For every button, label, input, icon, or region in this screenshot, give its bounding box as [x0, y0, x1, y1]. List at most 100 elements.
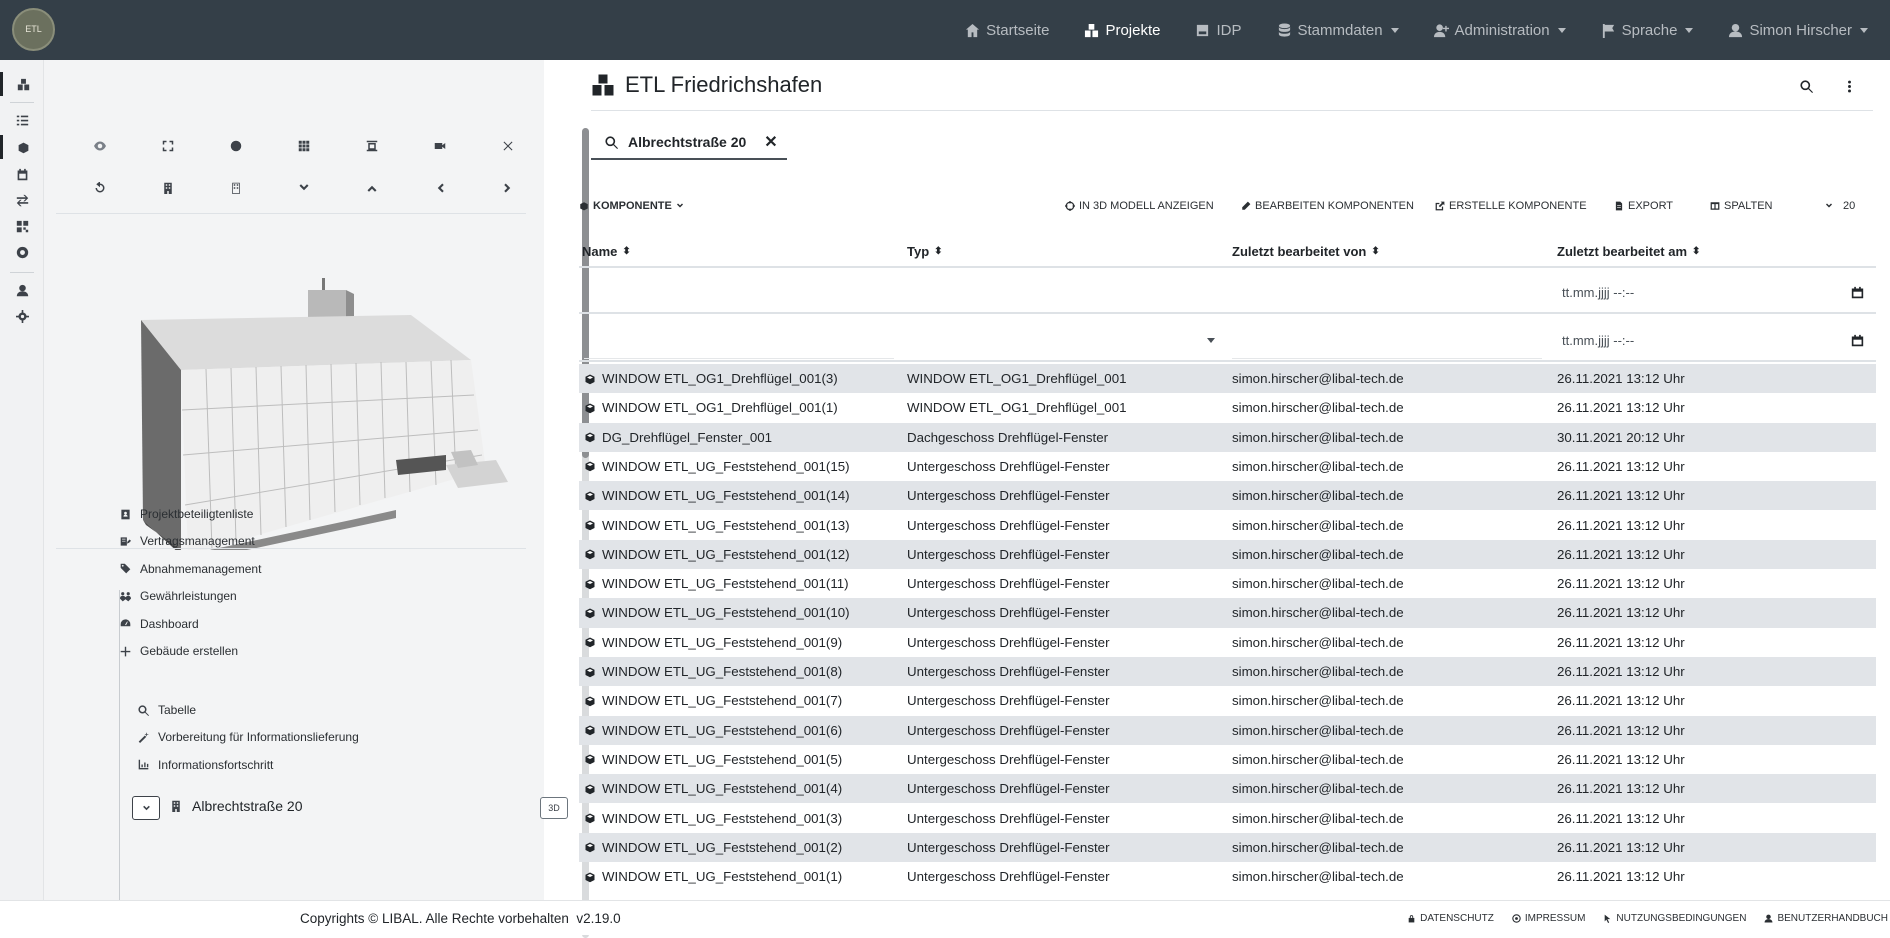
component-icon — [585, 696, 595, 707]
table-row[interactable]: WINDOW ETL_OG1_Drehflügel_001(3) WINDOW E… — [579, 364, 1876, 394]
footer-link-impressum[interactable]: Impressum — [1512, 913, 1585, 924]
hdd-icon — [1197, 24, 1209, 36]
rail-qrcode-icon[interactable] — [0, 214, 44, 238]
camera-icon[interactable] — [406, 126, 474, 166]
column-header-typ[interactable]: Typ ⬍ — [907, 244, 943, 259]
column-header-edited-by[interactable]: Zuletzt bearbeitet von ⬍ — [1232, 244, 1380, 259]
komponente-dropdown[interactable]: Komponente — [579, 200, 684, 212]
column-header-edited-at[interactable]: Zuletzt bearbeitet am ⬍ — [1557, 244, 1700, 259]
cell-edited-by: simon.hirscher@libal-tech.de — [1232, 810, 1404, 826]
rail-user-icon[interactable] — [0, 278, 44, 302]
nav-label: Sprache — [1621, 21, 1678, 39]
circle-icon[interactable] — [202, 126, 270, 166]
rail-list-icon[interactable] — [0, 108, 44, 132]
date-filter-from[interactable]: tt.mm.jjjj --:-- — [1554, 276, 1870, 308]
table-row[interactable]: WINDOW ETL_UG_Feststehend_001(10) Unterge… — [579, 598, 1876, 628]
component-icon — [585, 549, 595, 560]
chevron-left-icon[interactable] — [406, 168, 474, 208]
building-expand-toggle[interactable] — [132, 796, 160, 820]
tree-item-projektbeteiligtenliste[interactable]: Projektbeteiligtenliste — [120, 507, 253, 521]
tree-subitem-informationsfortschritt[interactable]: Informationsfortschritt — [138, 758, 273, 772]
rail-lifering-icon[interactable] — [0, 240, 44, 264]
cell-typ: Untergeschoss Drehflügel-Fenster — [907, 458, 1110, 474]
tree-subitem-vorbereitung-für-informationslieferung[interactable]: Vorbereitung für Informationslieferung — [138, 730, 359, 744]
column-header-name[interactable]: Name ⬍ — [582, 244, 631, 259]
type-filter-dropdown[interactable] — [1207, 338, 1215, 343]
table-row[interactable]: WINDOW ETL_UG_Feststehend_001(14) Unterge… — [579, 481, 1876, 511]
cell-name: WINDOW ETL_UG_Feststehend_001(5) — [584, 752, 842, 767]
rail-projects-icon[interactable] — [0, 72, 44, 96]
rail-exchange-icon[interactable] — [0, 188, 44, 212]
nav-startseite[interactable]: Startseite — [965, 22, 1049, 39]
cell-name: WINDOW ETL_OG1_Drehflügel_001(1) — [584, 400, 838, 415]
eye-icon[interactable] — [66, 126, 134, 166]
close-search-tab-icon[interactable]: ✕ — [764, 132, 777, 152]
table-row[interactable]: WINDOW ETL_UG_Feststehend_001(1) Unterges… — [579, 862, 1876, 891]
cell-typ: Untergeschoss Drehflügel-Fenster — [907, 869, 1110, 885]
building-icon[interactable] — [134, 168, 202, 208]
table-row[interactable]: WINDOW ETL_UG_Feststehend_001(15) Unterge… — [579, 452, 1876, 481]
etl-logo[interactable]: ETL — [12, 8, 55, 51]
floor-plan-icon[interactable] — [338, 126, 406, 166]
building-3d-model[interactable] — [96, 220, 546, 550]
rail-calendar-icon[interactable] — [0, 162, 44, 186]
export-button[interactable]: Export — [1614, 200, 1673, 212]
nav-sprache[interactable]: Sprache — [1601, 22, 1694, 39]
nav-administration[interactable]: Administration — [1433, 22, 1566, 39]
rail-components-icon[interactable] — [0, 135, 44, 159]
table-row[interactable]: WINDOW ETL_UG_Feststehend_001(5) Unterges… — [579, 745, 1876, 774]
chevron-up-icon[interactable] — [338, 168, 406, 208]
undo-icon[interactable] — [66, 168, 134, 208]
table-row[interactable]: WINDOW ETL_UG_Feststehend_001(9) Unterges… — [579, 628, 1876, 657]
footer-link-benutzerhandbuch[interactable]: Benutzerhandbuch — [1764, 913, 1888, 924]
rail-gear-icon[interactable] — [0, 304, 44, 328]
tree-item-abnahmemanagement[interactable]: Abnahmemanagement — [120, 562, 261, 576]
tree-subitem-tabelle[interactable]: Tabelle — [138, 703, 196, 717]
chevron-right-icon[interactable] — [474, 168, 542, 208]
chevron-down-icon[interactable] — [270, 168, 338, 208]
create-component-button[interactable]: Erstelle Komponente — [1435, 200, 1587, 212]
nav-idp[interactable]: IDP — [1195, 22, 1242, 39]
footer-link-nutzungsbedingungen[interactable]: Nutzungsbedingungen — [1603, 913, 1746, 924]
tree-item-dashboard[interactable]: Dashboard — [120, 617, 199, 631]
table-row[interactable]: WINDOW ETL_UG_Feststehend_001(4) Unterges… — [579, 774, 1876, 804]
search-icon[interactable] — [1800, 80, 1813, 93]
table-row[interactable]: DG_Drehflügel_Fenster_001 Dachgeschoss Dr… — [579, 422, 1876, 452]
edit-components-button[interactable]: Bearbeiten Komponenten — [1241, 200, 1414, 212]
page-size-select[interactable]: 20 — [1825, 200, 1855, 212]
table-row[interactable]: WINDOW ETL_UG_Feststehend_001(2) Unterges… — [579, 832, 1876, 863]
table-row[interactable]: WINDOW ETL_UG_Feststehend_001(12) Unterge… — [579, 539, 1876, 570]
cell-name: WINDOW ETL_OG1_Drehflügel_001(3) — [584, 371, 838, 386]
cell-name: WINDOW ETL_UG_Feststehend_001(9) — [584, 635, 842, 650]
table-row[interactable]: WINDOW ETL_UG_Feststehend_001(13) Unterge… — [579, 511, 1876, 540]
show-in-3d-button[interactable]: In 3D Modell anzeigen — [1065, 200, 1214, 212]
table-row[interactable]: WINDOW ETL_UG_Feststehend_001(8) Unterges… — [579, 657, 1876, 687]
close-icon[interactable] — [474, 126, 542, 166]
footer-link-datenschutz[interactable]: Datenschutz — [1407, 913, 1494, 924]
table-row[interactable]: WINDOW ETL_UG_Feststehend_001(11) Unterge… — [579, 569, 1876, 598]
nav-simon-hirscher[interactable]: Simon Hirscher — [1728, 22, 1868, 39]
tree-item-gewährleistungen[interactable]: Gewährleistungen — [120, 589, 237, 603]
tags-icon — [120, 563, 131, 574]
building-node[interactable]: Albrechtstraße 20 — [170, 798, 303, 814]
table-row[interactable]: WINDOW ETL_OG1_Drehflügel_001(1) WINDOW E… — [579, 393, 1876, 422]
building-outline-icon[interactable] — [202, 168, 270, 208]
columns-button[interactable]: Spalten — [1710, 200, 1773, 212]
tree-item-vertragsmanagement[interactable]: Vertragsmanagement — [120, 534, 255, 548]
table-row[interactable]: WINDOW ETL_UG_Feststehend_001(6) Unterges… — [579, 715, 1876, 745]
more-options-icon[interactable] — [1843, 80, 1856, 93]
cell-name: WINDOW ETL_UG_Feststehend_001(4) — [584, 781, 842, 796]
nav-projekte[interactable]: Projekte — [1084, 22, 1160, 39]
cell-edited-at: 26.11.2021 13:12 Uhr — [1557, 517, 1685, 533]
date-filter-to[interactable]: tt.mm.jjjj --:-- — [1554, 324, 1870, 356]
fullscreen-icon[interactable] — [134, 126, 202, 166]
search-tab[interactable]: Albrechtstraße 20 ✕ — [591, 126, 787, 160]
nav-stammdaten[interactable]: Stammdaten — [1277, 22, 1399, 39]
table-row[interactable]: WINDOW ETL_UG_Feststehend_001(7) Unterges… — [579, 686, 1876, 715]
tree-item-gebäude-erstellen[interactable]: Gebäude erstellen — [120, 644, 238, 658]
filter-row-2: tt.mm.jjjj --:-- — [579, 316, 1876, 362]
cell-edited-by: simon.hirscher@libal-tech.de — [1232, 664, 1404, 679]
table-row[interactable]: WINDOW ETL_UG_Feststehend_001(3) Unterges… — [579, 804, 1876, 833]
grid-icon[interactable] — [270, 126, 338, 166]
show-3d-button[interactable]: 3D — [540, 797, 568, 819]
